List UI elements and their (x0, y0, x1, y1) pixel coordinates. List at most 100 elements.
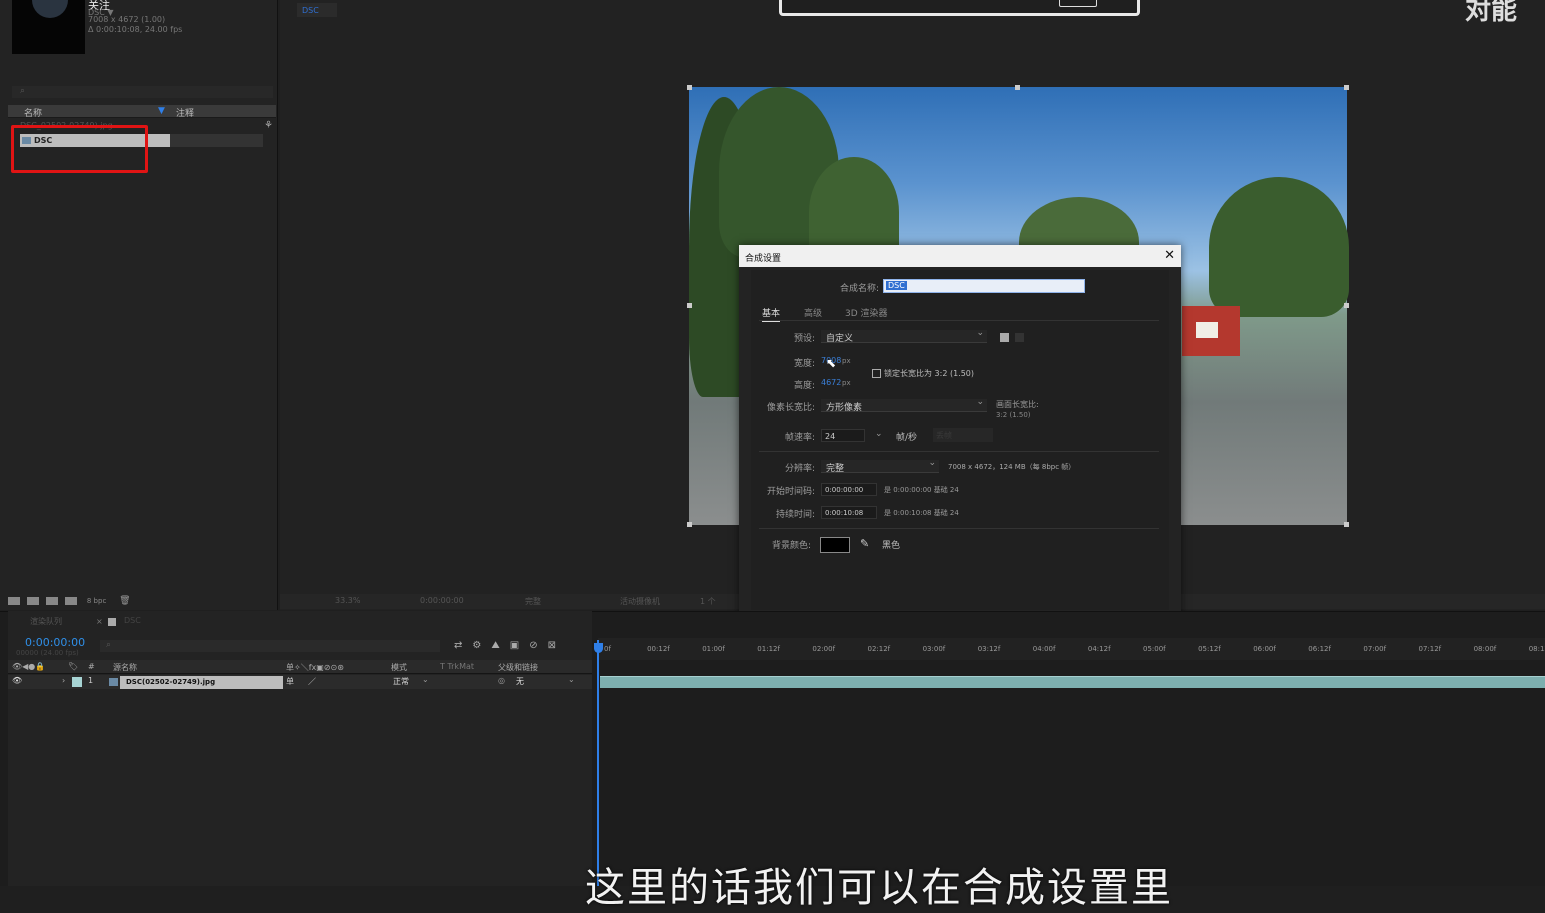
start-timecode-label: 开始时间码: (766, 487, 815, 497)
new-comp-icon[interactable] (46, 596, 58, 605)
project-dimensions: 7008 x 4672 (1.00) (88, 15, 166, 24)
flowchart-icon[interactable]: ⚘ (264, 120, 273, 131)
close-tab-icon[interactable]: × (96, 617, 103, 626)
viewer-time[interactable]: 0:00:00:00 (420, 596, 464, 605)
col-mode: 模式 (391, 663, 407, 672)
preset-label: 预设: (793, 334, 815, 344)
views-dropdown[interactable]: 1 个 (700, 596, 716, 607)
save-preset-icon[interactable] (1000, 333, 1009, 342)
expand-arrow-icon[interactable]: › (62, 676, 65, 685)
layer-duration-bar[interactable] (600, 676, 1545, 688)
tab-advanced[interactable]: 高级 (804, 306, 822, 319)
playhead-handle[interactable] (594, 643, 603, 653)
pixel-aspect-dropdown[interactable]: 方形像素 (821, 397, 987, 413)
bg-color-label: 背景颜色: (771, 541, 811, 551)
current-time[interactable]: 0:00:00:00 (25, 636, 85, 649)
resize-handle[interactable] (687, 303, 692, 308)
interpret-footage-icon[interactable] (8, 596, 20, 605)
render-icon[interactable] (65, 596, 77, 605)
search-icon: ⌕ (106, 640, 112, 650)
project-item-comment-cell (170, 134, 263, 147)
project-column-header: 名称 ▼ 注释 (8, 105, 276, 119)
tab-3d-renderer[interactable]: 3D 渲染器 (845, 306, 888, 319)
pickwhip-icon[interactable]: ◎ (498, 676, 505, 685)
viewer-tab[interactable]: DSC (297, 3, 337, 17)
camera-dropdown[interactable]: 活动摄像机 (620, 596, 660, 607)
close-icon[interactable]: ✕ (1164, 248, 1175, 263)
timeline-search-input[interactable]: ⌕ (100, 640, 440, 652)
resolution-info: 7008 x 4672，124 MB（每 8bpc 帧） (948, 463, 1076, 471)
logo-icon (32, 0, 68, 18)
delete-preset-icon[interactable] (1015, 333, 1024, 342)
divider (759, 451, 1159, 452)
resolution-dropdown[interactable]: 完整 (525, 596, 541, 607)
mouse-cursor-icon: ⬉ (826, 356, 837, 370)
label-icon: 🏷 (68, 662, 79, 671)
resize-handle[interactable] (1344, 303, 1349, 308)
parent-dropdown-icon[interactable]: ⌄ (568, 675, 575, 684)
project-footer: 8 bpc 🗑 (8, 596, 276, 610)
duration-label: 持续时间: (775, 510, 815, 520)
new-folder-icon[interactable] (27, 596, 39, 605)
ruler-tick-label: 03:00f (922, 645, 946, 653)
time-ruler[interactable] (598, 638, 1545, 660)
tree (1209, 177, 1349, 317)
ruler-tick-label: 01:12f (757, 645, 780, 653)
bg-color-swatch[interactable] (820, 537, 850, 553)
sort-down-icon[interactable]: ▼ (158, 106, 165, 116)
overlay-inner-box (1059, 0, 1097, 7)
trash-icon[interactable]: 🗑 (119, 596, 130, 606)
comp-name-input[interactable]: DSC (883, 279, 1085, 293)
drop-frame-dropdown[interactable]: 丢帧 (933, 428, 993, 442)
resize-handle[interactable] (1344, 85, 1349, 90)
resize-handle[interactable] (1344, 522, 1349, 527)
red-wall (1182, 306, 1240, 356)
index-col-icon: # (88, 662, 95, 671)
parent-dropdown[interactable]: 无 (516, 676, 524, 687)
ruler-tick-label: 02:00f (812, 645, 836, 653)
start-timecode-input[interactable]: 0:00:00:00 (821, 483, 877, 496)
zoom-level[interactable]: 33.3% (335, 596, 360, 605)
resize-handle[interactable] (687, 85, 692, 90)
col-parent: 父级和链接 (498, 663, 538, 672)
dialog-title: 合成设置 (739, 245, 1181, 267)
height-value[interactable]: 4672 (821, 378, 841, 387)
frame-aspect-value: 3:2 (1.50) (996, 411, 1031, 419)
timeline-toolbar-icons[interactable]: ⇄⚙⛰▣⊘⊠ (454, 640, 566, 651)
resize-handle[interactable] (1015, 85, 1020, 90)
eyedropper-icon[interactable]: ✎ (860, 537, 869, 550)
eye-icon[interactable]: 👁 (12, 676, 22, 685)
render-queue-tab[interactable]: 渲染队列 (30, 616, 62, 627)
start-timecode-info: 是 0:00:00:00 基础 24 (884, 486, 959, 494)
lock-aspect-checkbox[interactable]: 锁定长宽比为 3:2 (1.50) (872, 368, 974, 379)
resize-handle[interactable] (687, 522, 692, 527)
label-color-swatch[interactable] (72, 677, 82, 687)
bpc-label[interactable]: 8 bpc (87, 597, 106, 605)
duration-info: 是 0:00:10:08 基础 24 (884, 509, 959, 517)
width-label: 宽度: (793, 359, 815, 369)
quality-switch-icon[interactable]: ／ (308, 676, 316, 687)
resolution-dropdown[interactable]: 完整 (821, 458, 939, 474)
duration-input[interactable]: 0:00:10:08 (821, 506, 877, 519)
timeline-column-header: 👁◀●🔒 🏷 # 源名称 单✧＼fx▣⊘⊙⊛ 模式 T TrkMat 父级和链接 (8, 660, 592, 674)
fps-input[interactable]: 24 (821, 429, 865, 442)
layer-mode-dropdown[interactable]: 正常 (393, 676, 409, 687)
shy-switch-icon[interactable]: 单 (286, 676, 294, 687)
layer-row[interactable]: 👁 › 1 单 ／ 正常 ⌄ ◎ 无 ⌄ (8, 675, 592, 689)
fps-dropdown-icon[interactable]: ⌄ (875, 429, 883, 439)
mode-dropdown-icon[interactable]: ⌄ (422, 675, 429, 684)
project-duration: Δ 0:00:10:08, 24.00 fps (88, 25, 183, 34)
playhead[interactable] (597, 640, 599, 886)
ruler-tick-label: 00:12f (647, 645, 670, 653)
height-unit: px (842, 379, 851, 387)
red-highlight-box (11, 125, 148, 173)
checkbox-icon (872, 369, 881, 378)
preset-dropdown[interactable]: 自定义 (821, 328, 987, 344)
col-comment[interactable]: 注释 (176, 106, 194, 119)
layer-name[interactable]: DSC(02502-02749).jpg (120, 676, 283, 689)
timeline-layer-panel (8, 611, 592, 886)
comp-tab[interactable]: DSC (124, 616, 141, 625)
project-search-input[interactable]: ⌕ (12, 86, 273, 98)
ruler-tick-label: 02:12f (867, 645, 891, 653)
col-name[interactable]: 名称 (24, 106, 42, 119)
